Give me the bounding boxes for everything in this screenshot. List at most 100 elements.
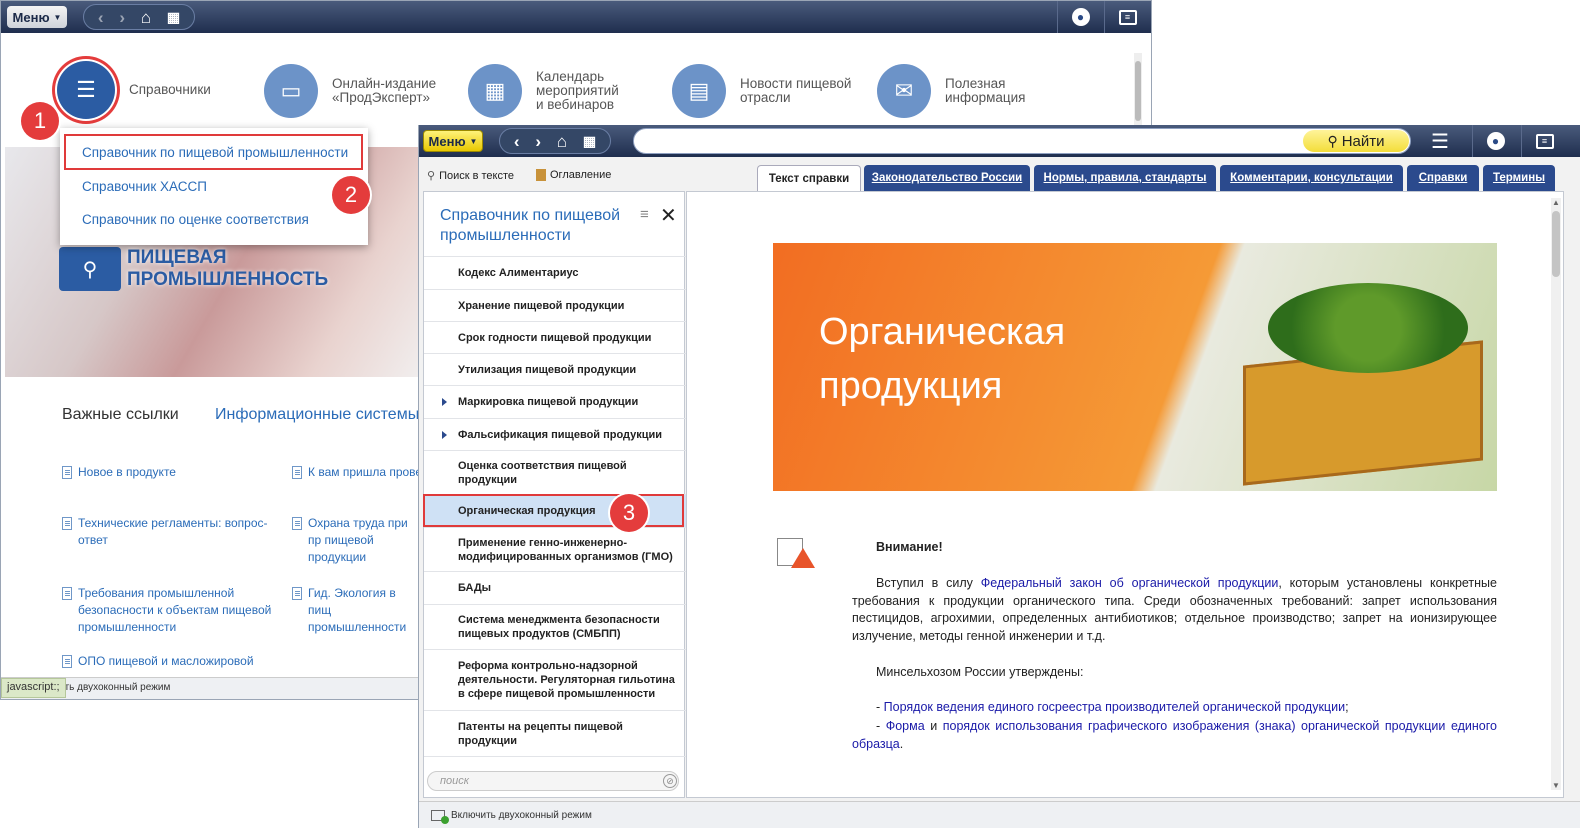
- expand-triangle-icon[interactable]: [442, 398, 447, 406]
- toc-item[interactable]: Утилизация пищевой продукции: [424, 353, 686, 385]
- toc-item[interactable]: Срок годности пищевой продукции: [424, 321, 686, 353]
- hero-line: ПРОМЫШЛЕННОСТЬ: [127, 269, 329, 290]
- link-item[interactable]: Новое в продукте: [62, 464, 282, 481]
- tab-comments[interactable]: Комментарии, консультации: [1220, 165, 1403, 191]
- expand-triangle-icon[interactable]: [442, 430, 447, 439]
- link-item[interactable]: Охрана труда при пр пищевой продукции: [292, 515, 420, 566]
- back-chat-button[interactable]: ≡: [1104, 1, 1150, 33]
- tab-norms[interactable]: Нормы, правила, стандарты: [1034, 165, 1216, 191]
- tab-help-text[interactable]: Текст справки: [757, 165, 861, 192]
- caret-down-icon: ▼: [53, 12, 62, 22]
- toc-title: Справочник по пищевой промышленности: [440, 207, 621, 244]
- text-span: Вступил в силу: [876, 576, 981, 590]
- federal-law-link[interactable]: Федеральный закон об органической продук…: [981, 576, 1279, 590]
- search-button[interactable]: ⚲ Найти: [1303, 130, 1409, 152]
- toc-item-label: Маркировка пищевой продукции: [458, 396, 639, 408]
- category-useful-info[interactable]: ✉ Полезная информация: [877, 64, 1026, 118]
- link-item[interactable]: К вам пришла прове: [292, 464, 420, 481]
- toc-search-placeholder: поиск: [440, 775, 469, 787]
- front-user-button[interactable]: ●: [1472, 125, 1518, 157]
- clear-search-icon[interactable]: ⊘: [663, 774, 677, 788]
- search-in-text-button[interactable]: ⚲ Поиск в тексте: [427, 169, 514, 183]
- link-item[interactable]: Гид. Экология в пищ промышленности: [292, 585, 420, 636]
- back-scroll-thumb[interactable]: [1135, 61, 1141, 121]
- search-input[interactable]: [633, 128, 1411, 154]
- tab-info-systems[interactable]: Информационные системы: [215, 406, 419, 424]
- category-useful-info-label: Полезная информация: [945, 76, 1026, 105]
- registry-link[interactable]: Порядок ведения единого госреестра произ…: [884, 700, 1345, 714]
- label-line: Новости пищевой: [740, 75, 852, 91]
- category-calendar[interactable]: ▦ Календарь мероприятий и вебинаров: [468, 64, 619, 118]
- home-icon[interactable]: ⌂: [141, 9, 151, 26]
- back-arrow-icon[interactable]: ‹: [514, 133, 520, 150]
- magnifier-icon: ⚲: [1327, 132, 1338, 149]
- scroll-down-icon[interactable]: ▼: [1551, 781, 1561, 790]
- grid-icon[interactable]: ▦: [583, 134, 596, 148]
- tab-terms[interactable]: Термины: [1483, 165, 1555, 191]
- category-news[interactable]: ▤ Новости пищевой отрасли: [672, 64, 851, 118]
- banner-title-line: Органическая: [819, 311, 1066, 353]
- back-scrollbar[interactable]: [1134, 53, 1142, 129]
- contents-label: Оглавление: [550, 169, 612, 181]
- hamburger-icon: ☰: [1431, 130, 1449, 153]
- toc-item[interactable]: БАДы: [424, 571, 686, 604]
- toc-item[interactable]: Применение генно-инженерно-модифицирован…: [424, 527, 686, 571]
- green-dot-icon: [441, 815, 449, 824]
- contents-button[interactable]: Оглавление: [536, 169, 611, 181]
- document-icon: [62, 466, 72, 479]
- hamburger-menu-button[interactable]: ☰: [1417, 125, 1463, 157]
- scroll-up-icon[interactable]: ▲: [1551, 198, 1561, 207]
- back-menu-button[interactable]: Меню ▼: [7, 6, 67, 28]
- highlight-box-dropdown-item: [64, 134, 363, 170]
- link-label: Технические регламенты: вопрос-ответ: [78, 516, 268, 547]
- category-reference[interactable]: ☰ Справочники: [57, 61, 211, 119]
- toc-item[interactable]: Патенты на рецепты пищевой продукции: [424, 710, 686, 757]
- hero-logo-icon: ⚲: [59, 247, 121, 291]
- front-chat-button[interactable]: ≡: [1521, 125, 1567, 157]
- content-scrollbar[interactable]: ▲ ▼: [1551, 198, 1561, 790]
- toc-item-label: Срок годности пищевой продукции: [458, 331, 652, 344]
- content-scroll-thumb[interactable]: [1552, 211, 1560, 277]
- label-line: информация: [945, 90, 1026, 105]
- link-item[interactable]: ОПО пищевой и масложировой: [62, 653, 312, 670]
- document-icon: [62, 517, 72, 530]
- list-item-form: - Форма и порядок использования графичес…: [852, 718, 1497, 753]
- dual-window-toggle[interactable]: Включить двухоконный режим: [451, 810, 592, 821]
- label-line: Календарь: [536, 68, 605, 84]
- toc-item[interactable]: Оценка соответствия пищевой продукции: [424, 450, 686, 494]
- close-icon[interactable]: ✕: [660, 203, 677, 228]
- front-menu-button[interactable]: Меню ▼: [423, 130, 483, 152]
- document-icon: [292, 587, 302, 600]
- dropdown-item-haccp[interactable]: Справочник ХАССП: [82, 179, 207, 194]
- back-user-button[interactable]: ●: [1057, 1, 1103, 33]
- dual-window-toggle[interactable]: ить двухоконный режим: [59, 682, 170, 693]
- toc-item[interactable]: Кодекс Алиментариус: [424, 256, 686, 289]
- toc-search-input[interactable]: поиск: [427, 771, 679, 791]
- form-link[interactable]: Форма: [886, 719, 925, 733]
- home-icon[interactable]: ⌂: [557, 133, 567, 150]
- back-arrow-icon[interactable]: ‹: [98, 9, 104, 26]
- toc-menu-icon[interactable]: ≡: [640, 206, 649, 223]
- toc-item[interactable]: Система менеджмента безопасности пищевых…: [424, 604, 686, 649]
- front-status-bar: Включить двухоконный режим: [419, 801, 1580, 828]
- category-online-edition[interactable]: ▭ Онлайн-издание «ПродЭксперт»: [264, 64, 436, 118]
- toc-item[interactable]: Реформа контрольно-надзорной деятельност…: [424, 649, 686, 710]
- monitor-icon: ▭: [264, 64, 318, 118]
- toc-item[interactable]: Хранение пищевой продукции: [424, 289, 686, 321]
- usage-order-link[interactable]: порядок использования графического изобр…: [852, 719, 1497, 751]
- link-item[interactable]: Технические регламенты: вопрос-ответ: [62, 515, 277, 549]
- grid-icon[interactable]: ▦: [167, 10, 180, 24]
- greens-image: [1268, 283, 1468, 373]
- toc-item[interactable]: Маркировка пищевой продукции: [424, 385, 686, 418]
- forward-arrow-icon[interactable]: ›: [119, 9, 125, 26]
- forward-arrow-icon[interactable]: ›: [535, 133, 541, 150]
- label-line: мероприятий: [536, 82, 619, 98]
- banner-image: Органическая продукция: [773, 243, 1497, 491]
- tab-russian-law[interactable]: Законодательство России: [864, 165, 1030, 191]
- tab-important-links[interactable]: Важные ссылки: [62, 406, 179, 424]
- link-item[interactable]: Требования промышленной безопасности к о…: [62, 585, 282, 636]
- book-icon: [536, 169, 546, 181]
- toc-item[interactable]: Фальсификация пищевой продукции: [424, 418, 686, 450]
- tab-references[interactable]: Справки: [1407, 165, 1479, 191]
- dropdown-item-conformity[interactable]: Справочник по оценке соответствия: [82, 212, 309, 227]
